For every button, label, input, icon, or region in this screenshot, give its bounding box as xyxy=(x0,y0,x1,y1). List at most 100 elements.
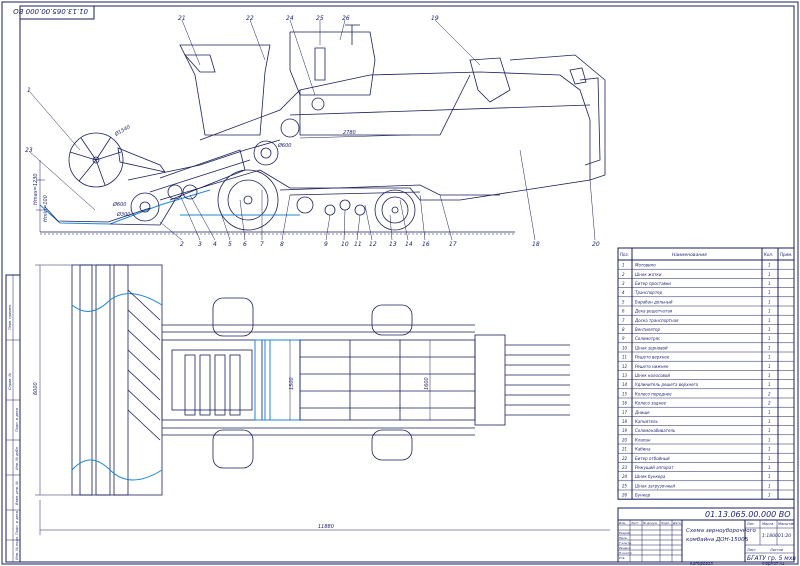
svg-text:9: 9 xyxy=(324,241,328,248)
spec-row-pos: 21 xyxy=(622,447,627,452)
spec-row-pos: 10 xyxy=(622,345,628,350)
svg-text:8: 8 xyxy=(280,241,284,248)
svg-text:5: 5 xyxy=(228,241,232,248)
svg-text:Перв. примен.: Перв. примен. xyxy=(8,304,12,330)
svg-text:14: 14 xyxy=(405,241,413,248)
callout-26: 26 xyxy=(342,15,350,22)
spec-row-qty: 1 xyxy=(768,410,771,415)
svg-text:Ø1540: Ø1540 xyxy=(113,123,132,138)
spec-row-pos: 24 xyxy=(622,474,628,479)
spec-row-name: Соломотряс xyxy=(635,336,661,341)
spec-row-name: Шнек бункера xyxy=(635,474,666,479)
title-block: 01.13.065.00.000 ВО Схема зерноуборочног… xyxy=(617,507,796,563)
spec-row-qty: 1 xyxy=(768,437,771,442)
spec-row-qty: 1 xyxy=(768,345,771,350)
svg-text:Реценз.: Реценз. xyxy=(619,546,631,550)
spec-row-qty: 1 xyxy=(768,281,771,286)
straw-chopper xyxy=(469,57,511,103)
svg-text:Т.контр.: Т.контр. xyxy=(619,541,632,545)
spec-row-qty: 1 xyxy=(768,465,771,470)
svg-text:16: 16 xyxy=(422,241,430,248)
callout-19: 19 xyxy=(431,15,439,22)
drawing-title-2: комбайна ДОН-1500Б xyxy=(686,537,749,543)
plan-front-wheel-bottom xyxy=(212,429,254,469)
spec-row-name: Шнек зерновой xyxy=(635,345,668,350)
spec-row-name: Режущий аппарат xyxy=(635,465,674,470)
spec-row-name: Соломонабиватель xyxy=(635,428,676,433)
mass-value: 1:18000 xyxy=(762,533,781,539)
spec-header-note: Прим. xyxy=(780,252,792,257)
svg-text:6000: 6000 xyxy=(33,382,39,395)
spec-row-name: Барабан дольный xyxy=(635,299,673,304)
svg-text:11: 11 xyxy=(354,241,362,248)
spec-row-pos: 7 xyxy=(622,318,625,323)
spec-row-qty: 1 xyxy=(768,483,771,488)
spec-row-qty: 1 xyxy=(768,318,771,323)
spec-row-name: Шнек жатки xyxy=(635,272,662,277)
svg-text:№ докум.: № докум. xyxy=(642,521,658,525)
specification-table: Поз. Наименование Кол. Прим.1 Мотовило 12 Шнек… xyxy=(617,247,795,500)
spec-row-pos: 25 xyxy=(622,483,628,488)
svg-text:Ø600: Ø600 xyxy=(277,142,291,149)
svg-text:Нmin=100: Нmin=100 xyxy=(43,195,49,222)
spec-row-qty: 1 xyxy=(768,474,771,479)
svg-text:11880: 11880 xyxy=(318,524,334,530)
svg-text:Копировал: Копировал xyxy=(690,561,713,566)
spec-row-name: Шнек колосовой xyxy=(635,373,670,378)
spec-row-qty: 1 xyxy=(768,447,771,452)
scale-value: 1:20 xyxy=(781,533,791,539)
svg-text:Инв. № дубл.: Инв. № дубл. xyxy=(15,446,19,470)
svg-text:Масштаб: Масштаб xyxy=(778,522,795,526)
svg-text:6: 6 xyxy=(243,241,247,248)
svg-text:Дата: Дата xyxy=(672,521,681,525)
spec-row-name: Колесо заднее xyxy=(635,401,667,406)
spec-row-qty: 1 xyxy=(768,456,771,461)
spec-row-qty: 1 xyxy=(768,299,771,304)
svg-text:20: 20 xyxy=(592,241,600,248)
spec-row-pos: 23 xyxy=(622,465,628,470)
svg-text:Пров.: Пров. xyxy=(619,536,628,540)
spec-row-name: Битер проставки xyxy=(635,281,671,286)
spec-row-pos: 5 xyxy=(622,299,625,304)
spec-row-name: Кабина xyxy=(635,447,651,452)
spec-header-pos: Поз. xyxy=(620,252,629,257)
spec-row-name: Битер отбойный xyxy=(635,456,670,461)
drawing-title-1: Схема зерноуборочного xyxy=(686,528,756,534)
spec-row-qty: 1 xyxy=(768,419,771,424)
drawing-frame xyxy=(19,5,795,563)
plan-front-wheel-top xyxy=(212,297,254,337)
spec-row-pos: 9 xyxy=(622,336,625,341)
callout-25: 25 xyxy=(316,15,324,22)
svg-text:Ø600: Ø600 xyxy=(112,201,126,208)
sheet-border xyxy=(1,1,799,565)
plan-rear-wheel-bottom xyxy=(371,429,413,461)
svg-text:Масса: Масса xyxy=(762,522,773,526)
spec-row-name: Капнитель xyxy=(635,419,658,424)
svg-text:Н.контр.: Н.контр. xyxy=(619,551,632,555)
svg-text:12: 12 xyxy=(369,241,377,248)
callout-21: 21 xyxy=(178,15,186,22)
spec-row-pos: 2 xyxy=(622,272,625,277)
spec-row-qty: 1 xyxy=(768,373,771,378)
spec-row-name: Колесо переднее xyxy=(635,391,672,396)
spec-row-pos: 11 xyxy=(622,355,627,360)
left-side-stamp: Перв. примен. Справ. № Подп. и дата Инв.… xyxy=(5,274,21,563)
spec-row-pos: 1 xyxy=(622,263,625,268)
svg-text:Взам. инв. №: Взам. инв. № xyxy=(15,481,19,505)
drawing-sheet: 01.13.065.00.000 ВО Перв. примен. Справ.… xyxy=(1,1,799,566)
spec-row-name: Доска транспортная xyxy=(634,318,679,323)
svg-text:Изм.: Изм. xyxy=(619,521,626,525)
spec-row-qty: 1 xyxy=(768,493,771,498)
svg-text:18: 18 xyxy=(532,241,540,248)
svg-text:Подп. и дата: Подп. и дата xyxy=(15,408,19,432)
callout-1: 1 xyxy=(27,87,31,94)
svg-text:Лит.: Лит. xyxy=(746,522,755,526)
svg-text:3: 3 xyxy=(198,241,202,248)
svg-text:Листов: Листов xyxy=(769,548,783,552)
spec-row-qty: 1 xyxy=(768,336,771,341)
rear-wheel xyxy=(374,189,416,231)
threshing-drum xyxy=(253,140,279,166)
spec-row-qty: 2 xyxy=(768,401,771,406)
spec-row-pos: 22 xyxy=(622,456,628,461)
spec-row-pos: 6 xyxy=(622,309,625,314)
